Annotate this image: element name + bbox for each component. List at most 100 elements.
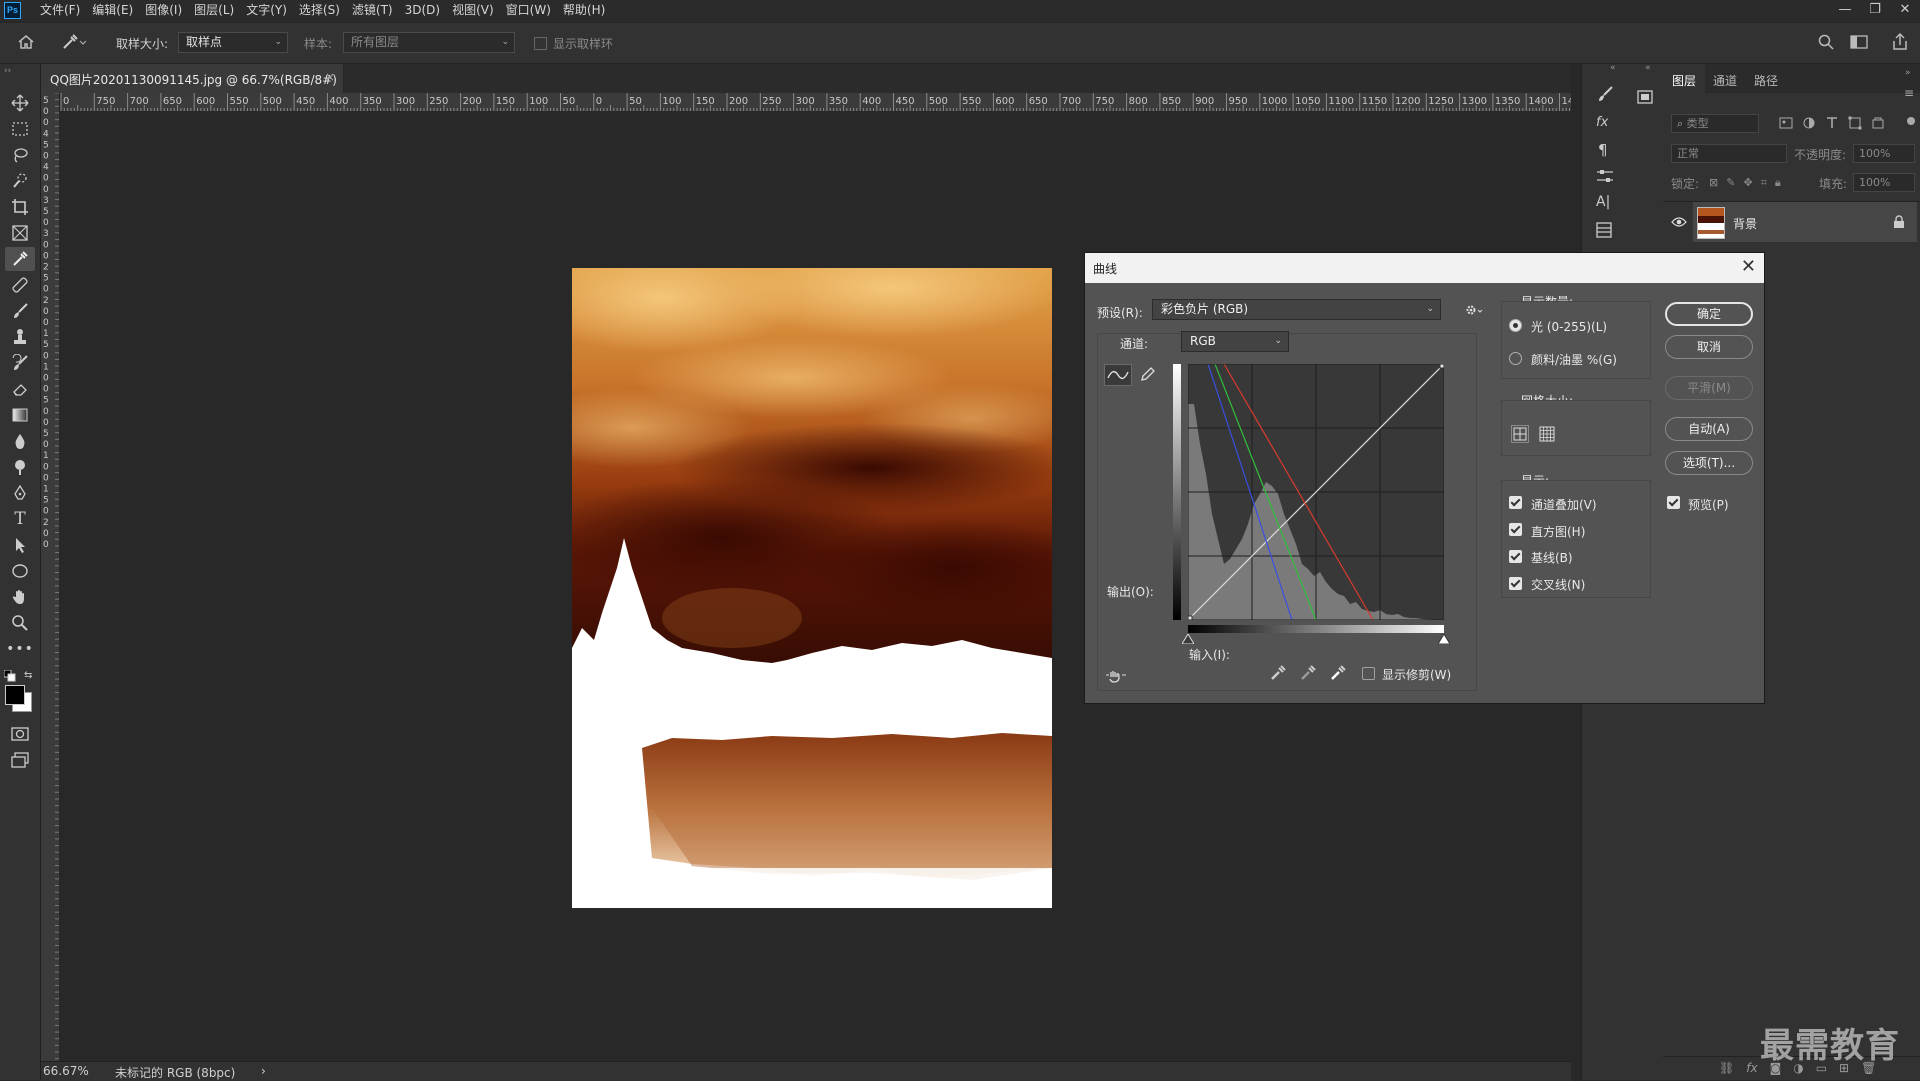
hand-tool-icon[interactable] — [5, 585, 35, 609]
more-tools-icon[interactable]: ••• — [5, 637, 35, 661]
expand-icon[interactable]: ›› — [4, 66, 11, 76]
properties-icon[interactable] — [1596, 222, 1612, 238]
gray-point-eyedropper-icon[interactable] — [1300, 665, 1316, 681]
quick-mask-icon[interactable] — [5, 722, 35, 746]
color-panel-icon[interactable] — [1637, 90, 1653, 104]
lock-pixels-icon[interactable]: ✎ — [1726, 176, 1735, 190]
show-clipping-checkbox[interactable] — [1362, 667, 1375, 680]
cancel-button[interactable]: 取消 — [1665, 335, 1753, 359]
curve-point-mode-button[interactable] — [1104, 364, 1132, 386]
lock-transparent-icon[interactable]: ⊠ — [1709, 176, 1718, 190]
curves-graph[interactable] — [1188, 364, 1444, 620]
zoom-level[interactable]: 66.67% — [43, 1064, 89, 1078]
curve-point-white[interactable] — [1439, 364, 1444, 369]
adjustment-filter-icon[interactable] — [1802, 116, 1816, 130]
screen-mode-icon[interactable] — [5, 748, 35, 772]
tab-channels[interactable]: 通道 — [1713, 72, 1737, 89]
filter-toggle-icon[interactable] — [1907, 117, 1915, 125]
lock-all-icon[interactable]: 🔒︎ — [1775, 176, 1781, 190]
fx-icon[interactable]: fx — [1596, 115, 1608, 130]
history-brush-tool-icon[interactable] — [5, 351, 35, 375]
close-tab-icon[interactable]: × — [325, 70, 335, 84]
menu-3d[interactable]: 3D(D) — [399, 0, 446, 21]
brush-tool-icon[interactable] — [5, 299, 35, 323]
share-icon[interactable] — [1892, 33, 1908, 51]
histogram-checkbox[interactable] — [1509, 523, 1522, 536]
quick-selection-tool-icon[interactable] — [5, 169, 35, 193]
healing-brush-tool-icon[interactable] — [5, 273, 35, 297]
menu-help[interactable]: 帮助(H) — [557, 0, 611, 21]
menu-view[interactable]: 视图(V) — [446, 0, 500, 21]
detailed-grid-icon[interactable] — [1539, 426, 1555, 442]
show-ring-checkbox[interactable] — [534, 37, 547, 50]
tab-paths[interactable]: 路径 — [1754, 72, 1778, 89]
document-image[interactable] — [572, 268, 1052, 908]
paragraph-icon[interactable]: ¶ — [1598, 141, 1608, 159]
dialog-close-icon[interactable]: ✕ — [1741, 256, 1756, 277]
pencil-mode-icon[interactable] — [1140, 366, 1156, 382]
marquee-tool-icon[interactable] — [5, 117, 35, 141]
vertical-ruler[interactable]: 5004504003503002502001501005005010015020… — [41, 93, 60, 1061]
restore-button[interactable]: ❐ — [1860, 0, 1890, 21]
brush-settings-icon[interactable] — [1596, 86, 1614, 102]
menu-layer[interactable]: 图层(L) — [188, 0, 240, 21]
light-radio[interactable] — [1509, 319, 1522, 332]
smooth-button[interactable]: 平滑(M) — [1665, 376, 1753, 400]
auto-button[interactable]: 自动(A) — [1665, 417, 1753, 441]
path-selection-tool-icon[interactable] — [5, 533, 35, 557]
black-point-slider[interactable] — [1182, 634, 1194, 644]
preview-checkbox[interactable] — [1667, 496, 1680, 509]
type-tool-icon[interactable]: T — [5, 507, 35, 531]
panel-menu-icon[interactable]: ≡ — [1904, 86, 1914, 100]
sample-select[interactable]: 所有图层 ⌄ — [343, 32, 515, 53]
collapse-icon[interactable]: » — [1905, 68, 1911, 78]
smart-filter-icon[interactable] — [1871, 116, 1885, 130]
menu-image[interactable]: 图像(I) — [139, 0, 188, 21]
search-icon[interactable] — [1818, 34, 1834, 50]
on-image-adjust-icon[interactable] — [1105, 667, 1127, 683]
baseline-checkbox[interactable] — [1509, 550, 1522, 563]
crop-tool-icon[interactable] — [5, 195, 35, 219]
layer-row-background[interactable]: 背景 — [1693, 202, 1917, 242]
pigment-radio[interactable] — [1509, 352, 1522, 365]
blur-tool-icon[interactable] — [5, 429, 35, 453]
preset-select[interactable]: 彩色负片 (RGB) ⌄ — [1152, 299, 1441, 320]
menu-type[interactable]: 文字(Y) — [240, 0, 293, 21]
menu-select[interactable]: 选择(S) — [293, 0, 346, 21]
options-button[interactable]: 选项(T)... — [1665, 451, 1753, 475]
simple-grid-button[interactable] — [1511, 425, 1529, 443]
pen-tool-icon[interactable] — [5, 481, 35, 505]
horizontal-ruler[interactable]: 0 750 700 650 600 550 500 450 400 350 300 250 200 150… — [59, 93, 1571, 112]
home-icon[interactable] — [17, 34, 35, 50]
document-tab[interactable]: QQ图片20201130091145.jpg @ 66.7%(RGB/8#) × — [41, 64, 344, 93]
zoom-tool-icon[interactable] — [5, 611, 35, 635]
visibility-eye-icon[interactable] — [1671, 216, 1687, 228]
eyedropper-tool-preset-icon[interactable] — [61, 33, 87, 51]
clone-stamp-tool-icon[interactable] — [5, 325, 35, 349]
minimize-button[interactable]: — — [1830, 0, 1860, 21]
menu-window[interactable]: 窗口(W) — [500, 0, 557, 21]
lock-position-icon[interactable]: ✥ — [1743, 176, 1752, 190]
menu-edit[interactable]: 编辑(E) — [86, 0, 139, 21]
collapse-icon[interactable]: « — [1610, 63, 1616, 73]
menu-filter[interactable]: 滤镜(T) — [346, 0, 399, 21]
layer-filter-select[interactable]: ⌕ 类型 — [1671, 114, 1759, 133]
adjustments-icon[interactable] — [1596, 168, 1614, 184]
white-point-eyedropper-icon[interactable] — [1330, 665, 1346, 681]
collapse-icon[interactable]: « — [1645, 63, 1651, 73]
pixel-filter-icon[interactable] — [1779, 116, 1793, 130]
ok-button[interactable]: 确定 — [1665, 302, 1753, 326]
link-layers-icon[interactable]: ⛓︎ — [1719, 1061, 1734, 1075]
white-point-slider[interactable] — [1438, 634, 1450, 644]
intersection-line-checkbox[interactable] — [1509, 577, 1522, 590]
foreground-color-swatch[interactable] — [5, 685, 25, 705]
character-icon[interactable]: A| — [1596, 194, 1610, 210]
lasso-tool-icon[interactable] — [5, 143, 35, 167]
gradient-tool-icon[interactable] — [5, 403, 35, 427]
dialog-title-bar[interactable]: 曲线 ✕ — [1085, 253, 1764, 283]
default-colors-icon[interactable] — [4, 670, 16, 682]
menu-file[interactable]: 文件(F) — [34, 0, 86, 21]
workspace-icon[interactable] — [1850, 34, 1868, 50]
curve-point-black[interactable] — [1188, 615, 1193, 620]
status-menu-arrow[interactable]: › — [261, 1064, 266, 1078]
